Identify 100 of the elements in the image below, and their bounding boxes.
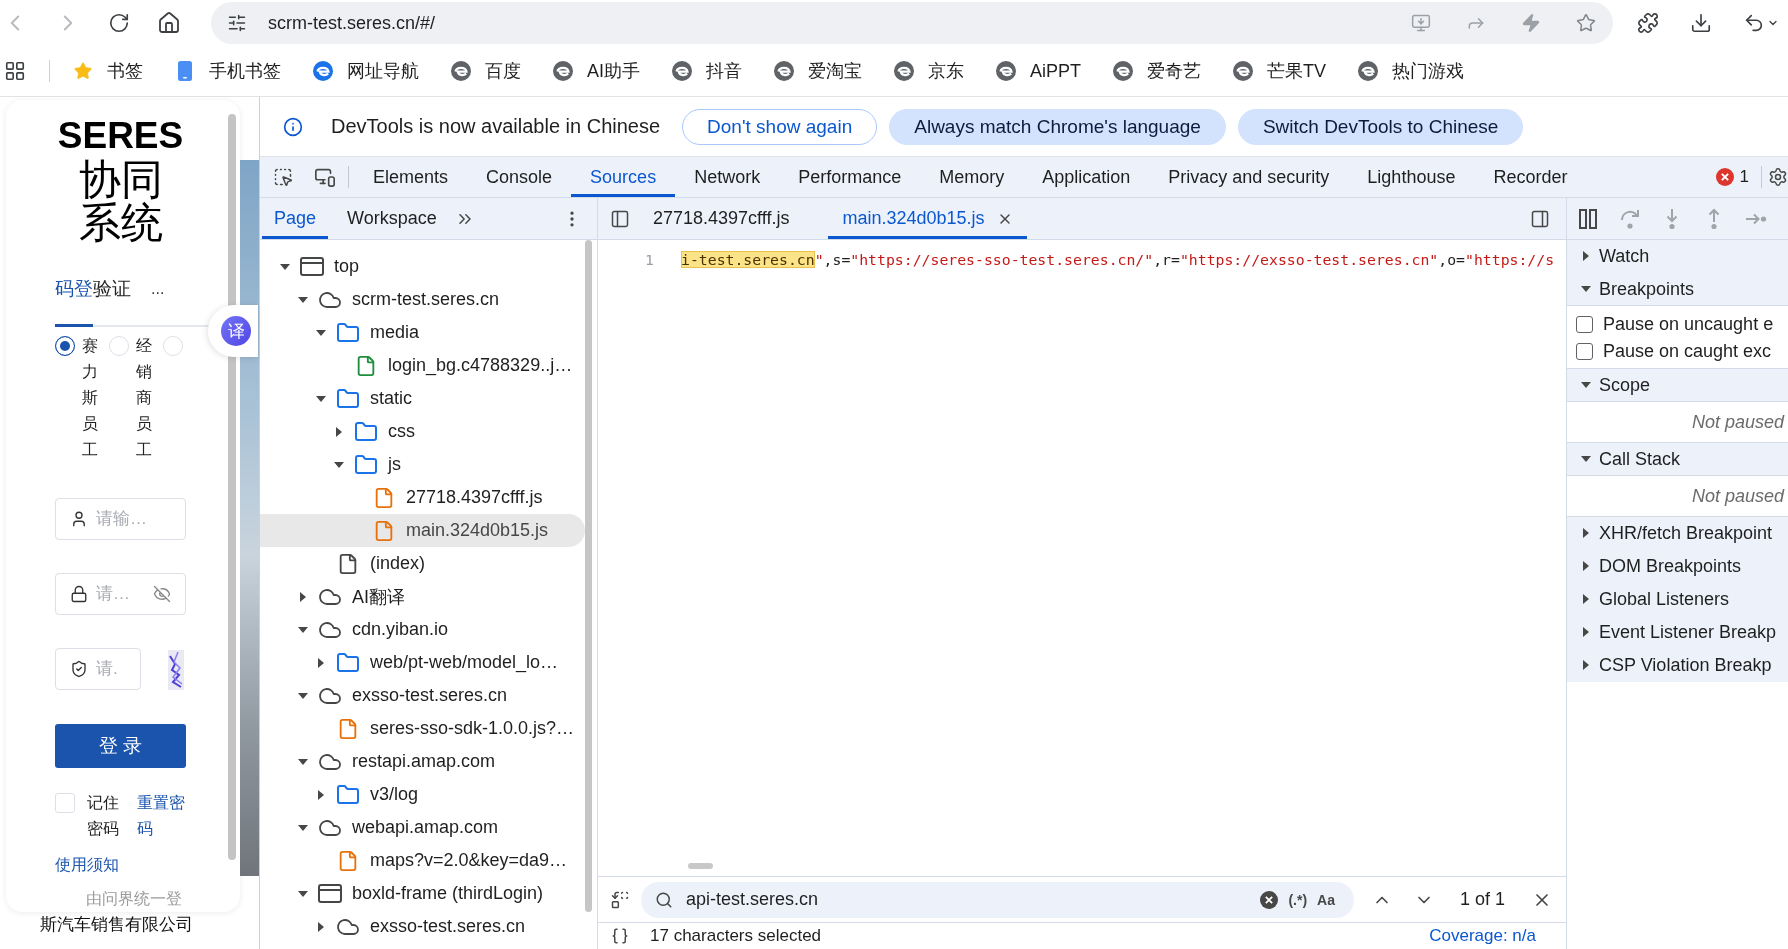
tree-item[interactable]: seres-sso-sdk-1.0.0.js?… (260, 712, 585, 745)
caret-down-icon[interactable] (298, 824, 308, 831)
panel-tab[interactable]: Privacy and security (1149, 157, 1349, 197)
apps-icon[interactable] (4, 60, 26, 82)
panel-tab[interactable]: Lighthouse (1348, 157, 1475, 197)
caret-right-icon[interactable] (336, 426, 342, 437)
caret-down-icon[interactable] (280, 263, 290, 270)
section-header[interactable]: XHR/fetch Breakpoint (1567, 517, 1788, 550)
caret-down-icon[interactable] (298, 626, 308, 633)
reset-password-link[interactable]: 重置密码 (137, 790, 187, 842)
sidebar-toggle-icon[interactable] (610, 208, 630, 229)
infobar-button[interactable]: Switch DevTools to Chinese (1237, 108, 1524, 145)
tree-item[interactable]: v3/log (260, 778, 585, 811)
tree-item[interactable]: main.324d0b15.js (260, 514, 585, 547)
section-header[interactable]: DOM Breakpoints (1567, 550, 1788, 583)
caret-down-icon[interactable] (298, 296, 308, 303)
bookmark-star-icon[interactable] (1576, 13, 1596, 33)
infobar-button[interactable]: Always match Chrome's language (889, 108, 1226, 145)
checkbox[interactable] (1576, 316, 1593, 333)
caret-right-icon[interactable] (318, 789, 324, 800)
login-tab[interactable]: 验证 (93, 276, 131, 327)
tree-item[interactable]: boxld-frame (thirdLogin) (260, 877, 585, 910)
bookmark-item[interactable]: 爱奇艺 (1113, 59, 1202, 83)
login-button[interactable]: 登 录 (55, 724, 186, 768)
regex-toggle[interactable]: (.*) (1288, 891, 1308, 908)
navigator-tab[interactable]: Workspace (335, 198, 449, 239)
captcha-image[interactable] (168, 650, 184, 690)
tree-item[interactable]: webapi.amap.com (260, 811, 585, 844)
bookmark-item[interactable]: 芒果TV (1233, 59, 1327, 83)
bookmark-item[interactable]: AI助手 (553, 59, 640, 83)
infobar-button[interactable]: Don't show again (682, 108, 878, 145)
tree-item[interactable]: exsso-test.seres.cn (260, 910, 585, 943)
caret-right-icon[interactable] (318, 921, 324, 932)
pretty-print-icon[interactable] (611, 927, 629, 945)
tree-item[interactable]: web/pt-web/model_lo… (260, 646, 585, 679)
username-field[interactable]: 请输… (55, 498, 186, 540)
panel-tab[interactable]: Console (467, 157, 572, 197)
bookmark-item[interactable]: 百度 (451, 59, 521, 83)
file-tab[interactable]: main.324d0b15.js (828, 198, 1027, 239)
address-bar[interactable]: scrm-test.seres.cn/#/ (211, 2, 1613, 44)
bookmark-item[interactable]: 热门游戏 (1358, 59, 1465, 83)
devices-icon[interactable] (314, 166, 336, 188)
coverage-link[interactable]: Coverage: n/a (1429, 926, 1536, 946)
bookmark-item[interactable]: 书签 (73, 59, 143, 83)
section-header[interactable]: Scope (1567, 369, 1788, 402)
home-icon[interactable] (157, 11, 181, 35)
more-button[interactable]: ... (151, 279, 165, 325)
tree-item[interactable]: 27718.4397cfff.js (260, 481, 585, 514)
bookmark-item[interactable]: 手机书签 (175, 59, 281, 83)
checkbox[interactable] (1576, 343, 1593, 360)
undo-icon[interactable] (1743, 12, 1765, 34)
settings-icon[interactable] (1768, 167, 1788, 187)
panel-tab[interactable]: Performance (779, 157, 921, 197)
bookmark-item[interactable]: 京东 (894, 59, 964, 83)
bookmark-item[interactable]: 抖音 (672, 59, 742, 83)
radio-button[interactable] (55, 336, 75, 356)
panel-tab[interactable]: Recorder (1474, 157, 1587, 197)
tree-item[interactable]: top (260, 250, 585, 283)
bookmark-item[interactable]: 爱淘宝 (774, 59, 862, 83)
panel-tab[interactable]: Memory (920, 157, 1024, 197)
caret-down-icon[interactable] (316, 329, 326, 336)
tree-item[interactable]: static (260, 382, 585, 415)
tree-item[interactable]: maps?v=2.0&key=da9… (260, 844, 585, 877)
match-case-toggle[interactable]: Aa (1317, 891, 1335, 908)
section-header[interactable]: Global Listeners (1567, 583, 1788, 616)
tree-item[interactable]: login_bg.c4788329..j… (260, 349, 585, 382)
download-icon[interactable] (1690, 12, 1712, 34)
bookmark-item[interactable]: 网址导航 (313, 59, 419, 83)
eye-off-icon[interactable] (153, 585, 171, 603)
extensions-icon[interactable] (1637, 12, 1659, 34)
replace-icon[interactable] (610, 889, 630, 910)
panel-tab[interactable]: Application (1023, 157, 1150, 197)
section-header[interactable]: Watch (1567, 240, 1788, 273)
panel-tab[interactable]: Sources (571, 157, 676, 197)
section-header[interactable]: Event Listener Breakp (1567, 616, 1788, 649)
tree-item[interactable]: scrm-test.seres.cn (260, 283, 585, 316)
captcha-field[interactable]: 请. (55, 648, 141, 690)
tree-item[interactable]: js (260, 448, 585, 481)
sidebar-toggle-icon[interactable] (1530, 208, 1550, 229)
clear-icon[interactable] (1260, 890, 1279, 909)
navigator-tab[interactable]: Page (262, 198, 329, 239)
site-settings-icon[interactable] (227, 13, 247, 33)
password-field[interactable]: 请… (55, 573, 186, 615)
caret-down-icon[interactable] (298, 758, 308, 765)
panel-tab[interactable]: Network (675, 157, 780, 197)
caret-down-icon[interactable] (298, 890, 308, 897)
section-header[interactable]: Breakpoints (1567, 273, 1788, 306)
caret-down-icon[interactable] (316, 395, 326, 402)
tree-item[interactable]: cdn.yiban.io (260, 613, 585, 646)
panel-tab[interactable]: Elements (354, 157, 468, 197)
section-header[interactable]: Call Stack (1567, 443, 1788, 476)
tree-item[interactable]: css (260, 415, 585, 448)
section-header[interactable]: CSP Violation Breakp (1567, 649, 1788, 682)
pause-icon[interactable] (1577, 207, 1599, 230)
error-counter[interactable]: 1 (1715, 167, 1749, 187)
tree-item[interactable]: media (260, 316, 585, 349)
tree-item[interactable]: exsso-test.seres.cn (260, 679, 585, 712)
notice-link[interactable]: 使用须知 (55, 852, 119, 878)
tree-item[interactable]: restapi.amap.com (260, 745, 585, 778)
caret-right-icon[interactable] (300, 591, 306, 602)
